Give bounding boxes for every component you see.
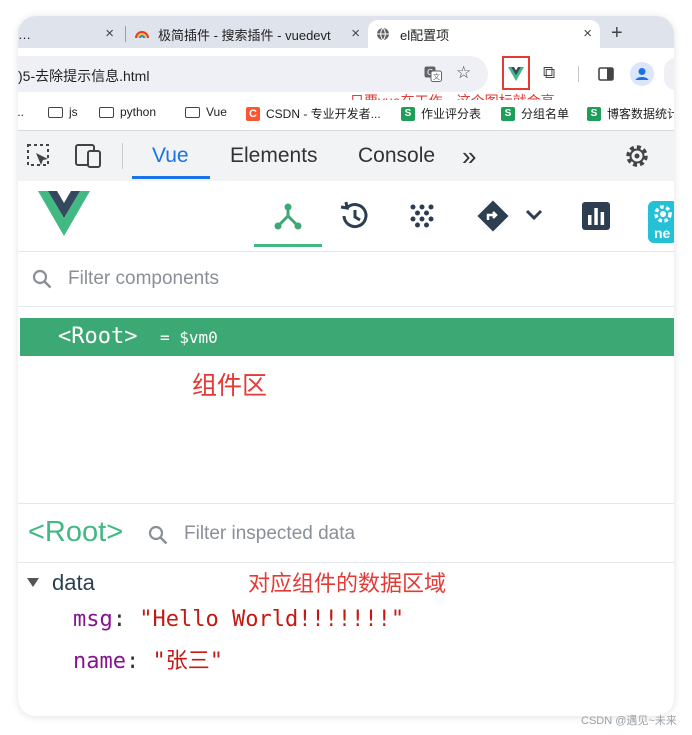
puzzle-icon[interactable]: ⧉ xyxy=(543,63,555,83)
active-tab-indicator xyxy=(132,176,210,179)
inspect-element-icon[interactable] xyxy=(26,143,52,169)
prop-value[interactable]: "Hello World!!!!!!!" xyxy=(139,607,404,632)
url-text[interactable]: )5-去除提示信息.html xyxy=(18,66,149,86)
sidepanel-icon[interactable] xyxy=(598,67,614,81)
bookmark-grouplist[interactable]: S 分组名单 xyxy=(501,105,569,122)
settings-new-badge[interactable]: ne xyxy=(648,201,674,243)
close-icon[interactable]: × xyxy=(351,25,360,42)
close-icon[interactable]: × xyxy=(583,25,592,42)
plugins-icon[interactable] xyxy=(407,201,437,231)
folder-icon xyxy=(48,106,63,118)
svg-text:文: 文 xyxy=(433,72,440,81)
timeline-icon[interactable] xyxy=(337,201,371,231)
component-filter-placeholder[interactable]: Filter components xyxy=(68,268,219,290)
routes-icon[interactable] xyxy=(477,200,509,232)
profile-icon[interactable] xyxy=(630,62,654,86)
tab-strip: … × 极简插件 - 搜索插件 - vuedevt × el配置项 × + xyxy=(18,16,674,48)
globe-icon xyxy=(377,27,389,41)
tab-previous[interactable]: … × xyxy=(18,20,122,48)
bookmark-label: ... xyxy=(18,105,25,119)
csdn-logo-icon: C xyxy=(246,106,260,121)
tab-title: 极简插件 - 搜索插件 - vuedevt xyxy=(158,27,331,43)
new-tab-button[interactable]: + xyxy=(611,22,623,45)
bookmark-label: 分组名单 xyxy=(521,107,570,121)
bookmark-label: js xyxy=(69,105,78,119)
data-area-annotation: 对应组件的数据区域 xyxy=(248,571,447,596)
browser-window: … × 极简插件 - 搜索插件 - vuedevt × el配置项 × + )5… xyxy=(18,16,674,716)
star-icon[interactable]: ☆ xyxy=(456,63,471,83)
search-icon xyxy=(148,525,168,545)
translate-icon[interactable]: G 文 xyxy=(424,66,442,82)
rainbow-logo-icon xyxy=(135,31,149,39)
toolbar-divider xyxy=(578,66,579,82)
tab-elements[interactable]: Elements xyxy=(230,144,318,168)
performance-icon[interactable] xyxy=(581,201,611,231)
component-filter[interactable]: Filter components xyxy=(18,252,674,307)
sheet-icon: S xyxy=(401,106,415,121)
bookmark-truncated[interactable]: ... xyxy=(18,105,24,119)
collapse-triangle-icon[interactable] xyxy=(27,578,39,587)
devtools-separator xyxy=(122,143,123,169)
sheet-icon: S xyxy=(587,106,601,121)
more-tabs-button[interactable]: » xyxy=(462,141,476,172)
tab-title: el配置项 xyxy=(400,27,450,43)
bookmark-blogstats[interactable]: S 博客数据统计 xyxy=(587,105,674,122)
bookmark-folder-vue[interactable]: Vue xyxy=(185,105,227,119)
bookmark-label: CSDN - 专业开发者... xyxy=(266,107,381,121)
tab-el-config[interactable]: el配置项 × xyxy=(368,20,600,48)
root-vm-ref: = $vm0 xyxy=(160,328,218,347)
component-tree-root[interactable]: <Root> = $vm0 xyxy=(20,318,674,356)
tab-vuedevtools-search[interactable]: 极简插件 - 搜索插件 - vuedevt × xyxy=(128,20,368,48)
inspector-header: <Root> Filter inspected data xyxy=(18,504,674,563)
toolbar-overflow-pill xyxy=(664,58,674,90)
bookmark-label: Vue xyxy=(206,105,227,119)
chevron-down-icon[interactable] xyxy=(525,209,543,221)
folder-icon xyxy=(99,106,114,118)
settings-new-icon xyxy=(654,205,672,223)
component-area-annotation: 组件区 xyxy=(192,372,268,400)
bookmark-folder-js[interactable]: js xyxy=(48,105,78,119)
folder-icon xyxy=(185,106,200,118)
bookmark-label: 作业评分表 xyxy=(421,107,482,121)
search-icon xyxy=(32,269,52,289)
bookmark-csdn[interactable]: C CSDN - 专业开发者... xyxy=(246,105,381,122)
prop-key: name xyxy=(73,649,126,674)
badge-text: ne xyxy=(654,225,671,241)
prop-value[interactable]: "张三" xyxy=(152,649,223,674)
device-toolbar-icon[interactable] xyxy=(74,143,104,169)
devtools-tabbar: Vue Elements Console » xyxy=(18,130,674,182)
prop-row-msg: msg: "Hello World!!!!!!!" xyxy=(73,607,405,632)
prop-key: msg xyxy=(73,607,113,632)
address-bar[interactable]: )5-去除提示信息.html G 文 ☆ xyxy=(18,56,488,92)
inspected-component-title: <Root> xyxy=(28,516,124,548)
tab-console[interactable]: Console xyxy=(358,144,435,168)
bookmark-scoresheet[interactable]: S 作业评分表 xyxy=(401,105,481,122)
extension-highlight-box xyxy=(502,56,530,90)
data-section-label[interactable]: data xyxy=(52,570,95,596)
prop-row-name: name: "张三" xyxy=(73,649,223,674)
tab-vue[interactable]: Vue xyxy=(152,144,189,168)
browser-toolbar: )5-去除提示信息.html G 文 ☆ ⧉ xyxy=(18,48,674,100)
tab-title: … xyxy=(18,26,31,42)
tab-separator xyxy=(125,26,126,42)
vue-devtools-toolbar: ne xyxy=(18,181,674,252)
bookmark-folder-python[interactable]: python xyxy=(99,105,156,119)
vue-logo-icon xyxy=(38,191,90,236)
sheet-icon: S xyxy=(501,106,515,121)
active-toolbar-indicator xyxy=(254,244,322,247)
components-tree-icon[interactable] xyxy=(273,201,303,231)
watermark: CSDN @遇见~未来 xyxy=(581,715,677,727)
data-inspector: <Root> Filter inspected data data 对应组件的数… xyxy=(18,503,674,716)
root-component-tag: <Root> xyxy=(58,324,138,349)
inspector-filter-input[interactable]: Filter inspected data xyxy=(184,523,355,545)
close-icon[interactable]: × xyxy=(105,25,114,42)
bookmark-label: python xyxy=(120,105,157,119)
bookmarks-bar: ... js python Vue C CSDN - 专业开发者... S 作业评分… xyxy=(18,100,674,128)
gear-icon[interactable] xyxy=(623,142,651,170)
bookmark-label: 博客数据统计 xyxy=(607,107,674,121)
